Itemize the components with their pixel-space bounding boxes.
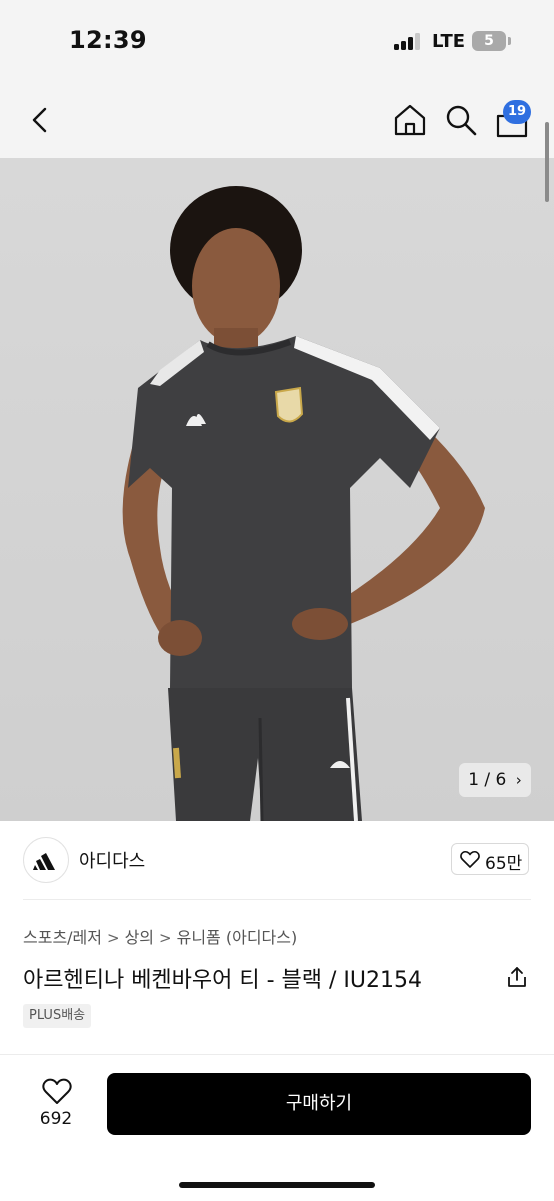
signal-strength-icon <box>394 33 424 50</box>
home-icon[interactable] <box>392 102 428 138</box>
product-title: 아르헨티나 베켄바우어 티 - 블랙 / IU2154 <box>23 968 423 993</box>
top-nav-bar <box>0 84 554 158</box>
scroll-indicator[interactable] <box>545 122 549 202</box>
chevron-right-icon: > <box>107 929 120 947</box>
chevron-right-icon: › <box>515 771 522 789</box>
delivery-badge: PLUS배송 <box>23 1004 92 1028</box>
brand-name[interactable]: 아디다스 <box>79 847 145 873</box>
battery-tip <box>508 37 511 45</box>
share-icon[interactable] <box>505 965 529 989</box>
breadcrumb-item[interactable]: 스포츠/레저 <box>23 928 102 947</box>
image-counter-text: 1 / 6 <box>468 770 507 790</box>
home-indicator <box>179 1182 375 1188</box>
battery-level: 5 <box>484 33 494 49</box>
product-image-gallery[interactable] <box>0 158 554 821</box>
breadcrumb: 스포츠/레저 > 상의 > 유니폼 (아디다스) <box>23 924 297 948</box>
search-icon[interactable] <box>443 102 479 138</box>
cart-count-badge: 19 <box>503 100 531 124</box>
battery-icon: 5 <box>472 31 506 51</box>
network-type: LTE <box>432 31 466 52</box>
wish-count: 692 <box>39 1109 73 1129</box>
heart-icon[interactable] <box>42 1077 72 1105</box>
breadcrumb-item[interactable]: 상의 <box>125 928 154 947</box>
product-photo <box>0 158 554 821</box>
heart-icon <box>460 850 480 868</box>
adidas-logo-icon <box>33 853 55 870</box>
breadcrumb-item[interactable]: 유니폼 (아디다스) <box>177 928 298 947</box>
chevron-right-icon: > <box>159 929 172 947</box>
image-counter[interactable]: 1 / 6 › <box>459 763 531 797</box>
buy-button[interactable]: 구매하기 <box>107 1073 531 1135</box>
brand-logo[interactable] <box>23 837 69 883</box>
divider <box>23 899 531 900</box>
brand-like-button[interactable]: 65만 <box>451 843 529 875</box>
brand-like-count: 65만 <box>485 854 523 874</box>
chevron-left-icon[interactable] <box>24 103 58 137</box>
status-bar: 12:39 LTE 5 <box>0 0 554 84</box>
status-time: 12:39 <box>69 26 147 54</box>
